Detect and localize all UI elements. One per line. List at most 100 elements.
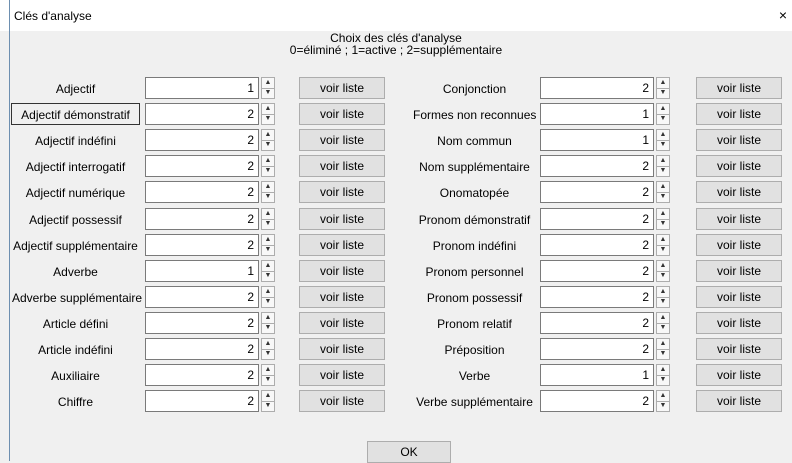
spin-down-icon[interactable]: ▼ [657,140,669,150]
value-spinner[interactable]: ▲ ▼ [261,234,275,256]
value-spinner[interactable]: ▲ ▼ [656,260,670,282]
spin-down-icon[interactable]: ▼ [657,88,669,98]
value-spinner[interactable]: ▲ ▼ [261,390,275,412]
spin-down-icon[interactable]: ▼ [262,192,274,202]
value-spinner[interactable]: ▲ ▼ [261,312,275,334]
value-spinner[interactable]: ▲ ▼ [656,286,670,308]
view-list-button[interactable]: voir liste [299,338,385,360]
key-value-input[interactable]: 2 [145,103,259,125]
view-list-button[interactable]: voir liste [299,234,385,256]
spin-down-icon[interactable]: ▼ [657,114,669,124]
value-spinner[interactable]: ▲ ▼ [261,181,275,203]
spin-down-icon[interactable]: ▼ [262,375,274,385]
key-value-input[interactable]: 1 [540,103,654,125]
key-value-input[interactable]: 2 [540,234,654,256]
spin-down-icon[interactable]: ▼ [262,88,274,98]
spin-down-icon[interactable]: ▼ [657,245,669,255]
key-value-input[interactable]: 2 [540,77,654,99]
spin-down-icon[interactable]: ▼ [262,219,274,229]
spin-down-icon[interactable]: ▼ [657,323,669,333]
value-spinner[interactable]: ▲ ▼ [656,77,670,99]
spin-down-icon[interactable]: ▼ [657,401,669,411]
value-spinner[interactable]: ▲ ▼ [261,338,275,360]
key-value-input[interactable]: 1 [540,129,654,151]
value-spinner[interactable]: ▲ ▼ [656,181,670,203]
spin-down-icon[interactable]: ▼ [657,219,669,229]
value-spinner[interactable]: ▲ ▼ [656,364,670,386]
spin-down-icon[interactable]: ▼ [657,375,669,385]
key-value-input[interactable]: 1 [145,260,259,282]
value-spinner[interactable]: ▲ ▼ [656,208,670,230]
view-list-button[interactable]: voir liste [299,364,385,386]
view-list-button[interactable]: voir liste [299,155,385,177]
key-value-input[interactable]: 2 [540,155,654,177]
spin-down-icon[interactable]: ▼ [262,297,274,307]
key-value-input[interactable]: 2 [540,312,654,334]
view-list-button[interactable]: voir liste [696,338,782,360]
key-value-input[interactable]: 2 [145,338,259,360]
value-spinner[interactable]: ▲ ▼ [261,286,275,308]
view-list-button[interactable]: voir liste [696,390,782,412]
view-list-button[interactable]: voir liste [696,103,782,125]
key-value-input[interactable]: 2 [145,286,259,308]
key-value-input[interactable]: 2 [540,286,654,308]
key-value-input[interactable]: 2 [540,390,654,412]
key-value-input[interactable]: 2 [145,234,259,256]
spin-down-icon[interactable]: ▼ [657,192,669,202]
value-spinner[interactable]: ▲ ▼ [261,129,275,151]
spin-down-icon[interactable]: ▼ [262,349,274,359]
spin-down-icon[interactable]: ▼ [262,401,274,411]
view-list-button[interactable]: voir liste [299,181,385,203]
close-icon[interactable]: × [774,5,792,25]
key-value-input[interactable]: 2 [145,208,259,230]
value-spinner[interactable]: ▲ ▼ [656,390,670,412]
value-spinner[interactable]: ▲ ▼ [261,364,275,386]
view-list-button[interactable]: voir liste [299,208,385,230]
view-list-button[interactable]: voir liste [696,364,782,386]
value-spinner[interactable]: ▲ ▼ [656,234,670,256]
spin-down-icon[interactable]: ▼ [262,140,274,150]
value-spinner[interactable]: ▲ ▼ [261,103,275,125]
view-list-button[interactable]: voir liste [696,208,782,230]
key-value-input[interactable]: 2 [145,181,259,203]
spin-down-icon[interactable]: ▼ [262,114,274,124]
spin-down-icon[interactable]: ▼ [262,245,274,255]
key-value-input[interactable]: 2 [145,155,259,177]
key-value-input[interactable]: 2 [540,260,654,282]
view-list-button[interactable]: voir liste [696,77,782,99]
view-list-button[interactable]: voir liste [696,129,782,151]
value-spinner[interactable]: ▲ ▼ [656,129,670,151]
view-list-button[interactable]: voir liste [696,260,782,282]
key-value-input[interactable]: 2 [540,208,654,230]
value-spinner[interactable]: ▲ ▼ [656,155,670,177]
key-value-input[interactable]: 2 [145,129,259,151]
spin-down-icon[interactable]: ▼ [657,349,669,359]
key-value-input[interactable]: 2 [145,364,259,386]
value-spinner[interactable]: ▲ ▼ [656,103,670,125]
view-list-button[interactable]: voir liste [299,129,385,151]
view-list-button[interactable]: voir liste [696,155,782,177]
ok-button[interactable]: OK [367,441,451,463]
key-value-input[interactable]: 2 [540,181,654,203]
view-list-button[interactable]: voir liste [299,390,385,412]
value-spinner[interactable]: ▲ ▼ [656,312,670,334]
spin-down-icon[interactable]: ▼ [657,271,669,281]
spin-down-icon[interactable]: ▼ [262,166,274,176]
view-list-button[interactable]: voir liste [696,286,782,308]
view-list-button[interactable]: voir liste [696,312,782,334]
view-list-button[interactable]: voir liste [696,234,782,256]
key-value-input[interactable]: 2 [540,338,654,360]
view-list-button[interactable]: voir liste [696,181,782,203]
key-value-input[interactable]: 2 [145,312,259,334]
key-value-input[interactable]: 2 [145,390,259,412]
view-list-button[interactable]: voir liste [299,77,385,99]
key-value-input[interactable]: 1 [540,364,654,386]
value-spinner[interactable]: ▲ ▼ [261,155,275,177]
value-spinner[interactable]: ▲ ▼ [261,260,275,282]
value-spinner[interactable]: ▲ ▼ [261,77,275,99]
view-list-button[interactable]: voir liste [299,312,385,334]
value-spinner[interactable]: ▲ ▼ [656,338,670,360]
spin-down-icon[interactable]: ▼ [262,271,274,281]
value-spinner[interactable]: ▲ ▼ [261,208,275,230]
spin-down-icon[interactable]: ▼ [657,297,669,307]
